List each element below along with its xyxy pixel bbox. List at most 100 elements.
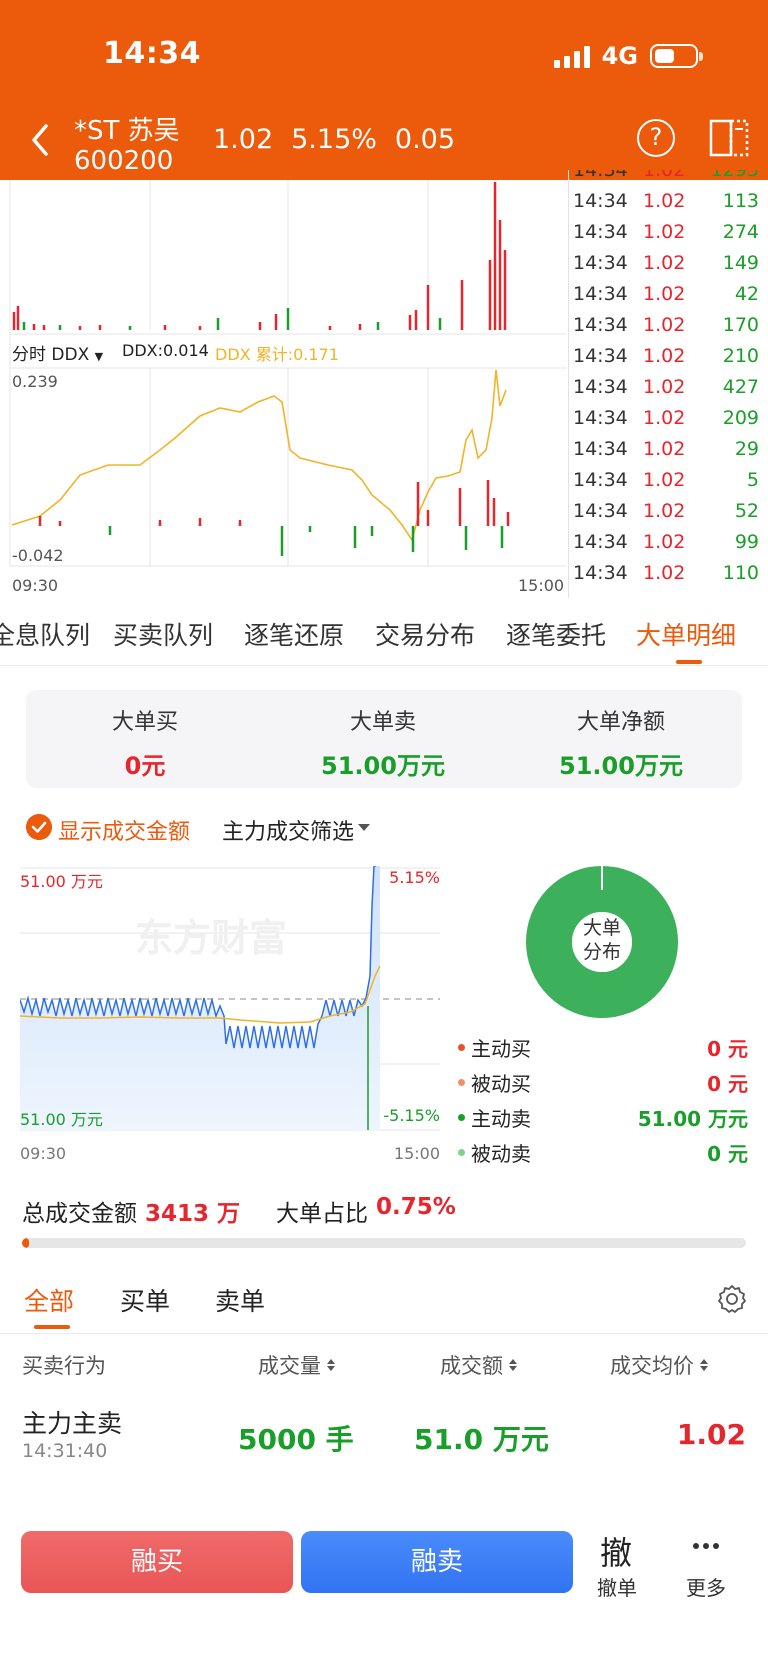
active-tab-indicator	[676, 660, 702, 664]
summary-buy-label: 大单买	[111, 710, 178, 735]
summary-sell: 大单卖 51.00万元	[264, 704, 502, 781]
stock-price: 1.02	[213, 124, 274, 155]
legend-item: 被动买 0 元	[458, 1065, 748, 1100]
tick-vol: 52	[734, 499, 759, 522]
subtab-all[interactable]: 全部	[24, 1282, 74, 1318]
sort-icon	[509, 1359, 517, 1371]
intraday-chart[interactable]: 分时 DDX ▼ DDX:0.014 DDX 累计:0.171 0.239 -0…	[0, 180, 568, 598]
col-header-volume[interactable]: 成交量	[258, 1350, 335, 1380]
network-type: 4G	[601, 42, 638, 70]
main-force-filter[interactable]: 主力成交筛选	[222, 814, 354, 846]
row-action: 主力主卖	[22, 1409, 123, 1438]
large-ratio-value: 0.75%	[376, 1194, 456, 1220]
stock-change-pct: 5.15%	[291, 124, 377, 155]
stock-change: 0.05	[394, 124, 456, 155]
tab-large-orders[interactable]: 大单明细	[636, 616, 736, 652]
margin-sell-button[interactable]: 融卖	[301, 1531, 573, 1593]
tick-vol: 113	[722, 189, 759, 212]
summary-net: 大单净额 51.00万元	[502, 704, 740, 781]
status-time: 14:34	[103, 36, 201, 71]
col-header-avg-price[interactable]: 成交均价	[610, 1350, 708, 1380]
tick-time: 14:34	[573, 406, 628, 429]
legend-dot-icon	[458, 1044, 465, 1051]
checkbox-checked-icon[interactable]	[26, 814, 52, 840]
indicator-selector[interactable]: 分时 DDX ▼	[12, 340, 103, 365]
large-ratio-progress	[22, 1238, 746, 1248]
tick-vol: 1293	[703, 170, 759, 181]
back-icon[interactable]	[26, 120, 56, 160]
col-header-amount[interactable]: 成交额	[440, 1350, 517, 1380]
margin-buy-button[interactable]: 融买	[21, 1531, 293, 1593]
tick-price: 1.02	[643, 220, 686, 243]
tick-price: 1.02	[643, 251, 686, 274]
tick-time: 14:34	[573, 468, 628, 491]
filter-dropdown-icon[interactable]	[358, 824, 370, 831]
stock-code: 600200	[74, 146, 174, 176]
tab-trade-distribution[interactable]: 交易分布	[375, 616, 475, 652]
tab-tick-orders[interactable]: 逐笔委托	[506, 616, 606, 652]
tick-vol: 427	[722, 375, 759, 398]
order-filter-tabs: 全部 买单 卖单	[0, 1282, 768, 1334]
tick-vol: 5	[746, 468, 759, 491]
tick-vol: 210	[722, 344, 759, 367]
totals-row: 总成交金额 3413 万 大单占比 0.75%	[22, 1194, 456, 1228]
tick-row: 14:34 1.02 274	[569, 216, 768, 247]
quote-summary: 1.02 5.15% 0.05	[213, 124, 455, 155]
donut-center-label: 大单 分布	[526, 916, 678, 964]
tick-row: 14:34 1.02 52	[569, 495, 768, 526]
legend-value: 0 元	[707, 1037, 748, 1061]
ddx-value: DDX:0.014	[122, 341, 209, 360]
subtab-sell[interactable]: 卖单	[215, 1282, 265, 1318]
tick-row: 14:34 1.02 427	[569, 371, 768, 402]
summary-sell-label: 大单卖	[349, 710, 416, 735]
more-label[interactable]: 更多	[686, 1572, 726, 1601]
large-order-summary: 大单买 0元 大单卖 51.00万元 大单净额 51.00万元	[26, 690, 742, 788]
tick-price: 1.02	[643, 561, 686, 584]
tick-time: 14:34	[573, 375, 628, 398]
tick-row: 14:34 1.02 170	[569, 309, 768, 340]
tick-price: 1.02	[643, 344, 686, 367]
tick-row: 14:34 1.02 5	[569, 464, 768, 495]
large-ratio-label: 大单占比	[276, 1201, 369, 1227]
chart-bottom-left-label: 51.00 万元	[20, 1110, 103, 1129]
tick-row: 14:34 1.02 149	[569, 247, 768, 278]
tick-time: 14:34	[573, 561, 628, 584]
chart-top-left-label: 51.00 万元	[20, 872, 103, 891]
large-order-chart[interactable]: 东方财富 51.00 万元 5.15% 51.00 万元 -5.15% 09:3…	[19, 865, 440, 1166]
sort-icon	[327, 1359, 335, 1371]
ddx-cumulative: DDX 累计:0.171	[215, 345, 339, 364]
legend-item: 主动买 0 元	[458, 1030, 748, 1065]
donut-label-line1: 大单	[582, 917, 621, 939]
donut-label-line2: 分布	[582, 941, 621, 963]
signal-icon	[553, 44, 590, 68]
distribution-donut[interactable]: 大单 分布	[526, 866, 678, 1018]
legend-label: 被动卖	[471, 1142, 531, 1166]
tick-vol: 209	[722, 406, 759, 429]
legend-label: 被动买	[471, 1072, 531, 1096]
tick-price: 1.02	[643, 468, 686, 491]
cancel-order-label[interactable]: 撤单	[597, 1572, 637, 1601]
cancel-order-icon[interactable]: 撤	[600, 1528, 632, 1574]
show-amount-toggle[interactable]: 显示成交金额	[58, 814, 190, 846]
help-icon[interactable]: ?	[637, 119, 675, 157]
tab-buysell-queue[interactable]: 买卖队列	[113, 616, 213, 652]
chart-time-end-label: 15:00	[393, 1144, 440, 1163]
legend-label: 主动卖	[471, 1107, 531, 1131]
subtab-buy[interactable]: 买单	[120, 1282, 170, 1318]
summary-buy-value: 0元	[124, 752, 166, 780]
row-time: 14:31:40	[22, 1440, 108, 1462]
tick-row: 14:34 1.02 99	[569, 526, 768, 557]
tick-time: 14:34	[573, 313, 628, 336]
total-amount-label: 总成交金额	[22, 1201, 137, 1227]
col-header-action: 买卖行为	[22, 1350, 106, 1380]
summary-net-value: 51.00万元	[559, 752, 683, 780]
tab-tick-restore[interactable]: 逐笔还原	[244, 616, 344, 652]
layout-switch-icon[interactable]	[708, 117, 750, 159]
gear-icon[interactable]	[717, 1284, 747, 1314]
more-icon[interactable]	[692, 1542, 720, 1550]
tick-list[interactable]: 14:34 1.02 1293 14:34 1.02 113 14:34 1.02 274 14:…	[568, 170, 768, 598]
chart-time-start-label: 09:30	[20, 1144, 67, 1163]
tab-quanxi[interactable]: 全息队列	[0, 616, 90, 652]
tick-vol: 274	[722, 220, 759, 243]
tick-vol: 29	[734, 437, 759, 460]
